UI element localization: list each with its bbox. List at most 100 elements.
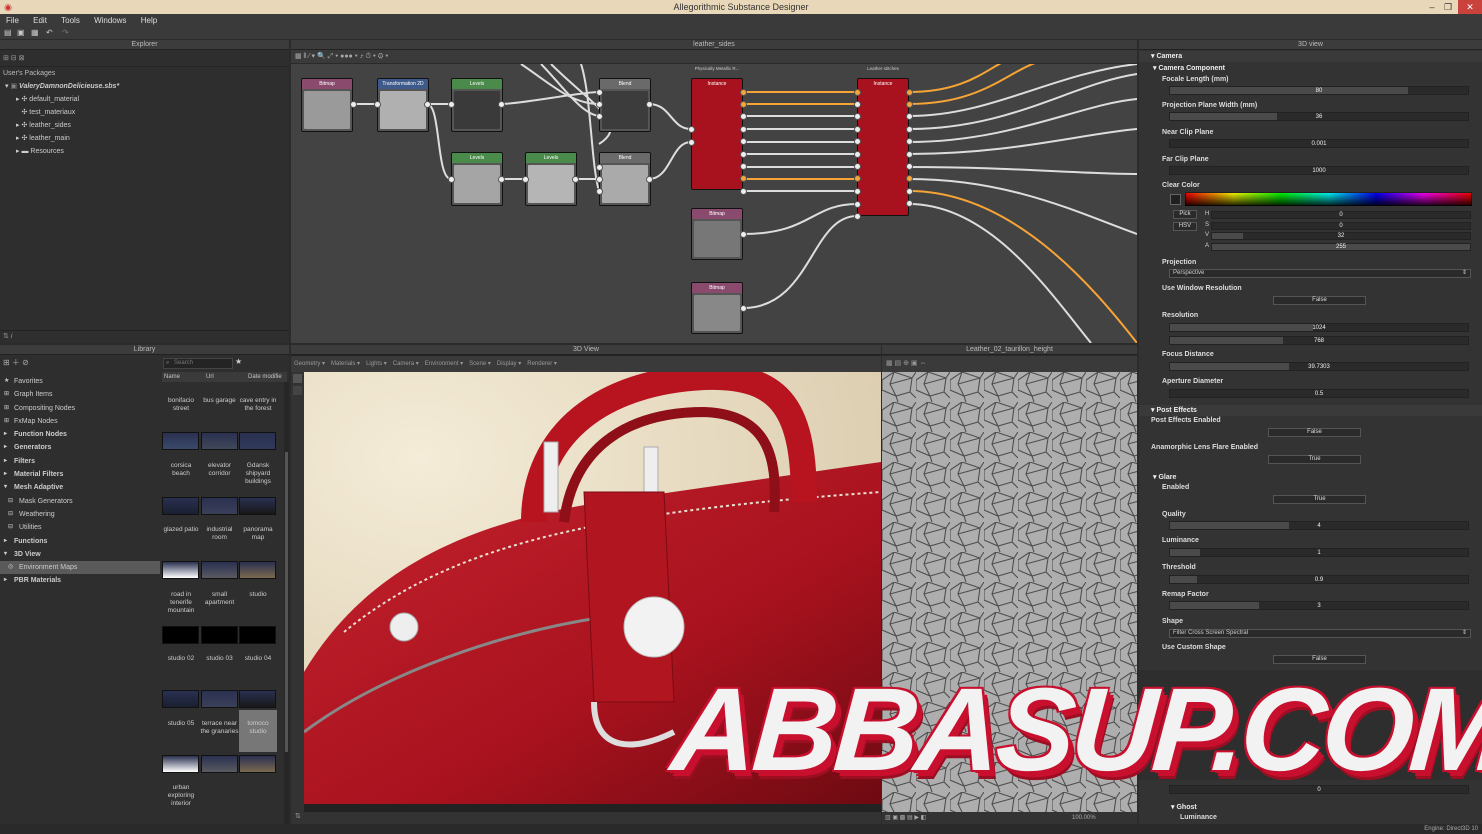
slider-focal-length[interactable]: 80 — [1169, 86, 1469, 95]
minimize-icon[interactable]: – — [1424, 0, 1440, 14]
node-port[interactable] — [853, 125, 861, 133]
env-map-thumbnail[interactable] — [162, 625, 199, 644]
env-map-thumbnail[interactable] — [162, 561, 199, 579]
graph-node-levels[interactable]: Levels — [451, 152, 503, 206]
env-map-thumbnail[interactable] — [200, 690, 238, 708]
column-name[interactable]: Name — [164, 372, 180, 382]
node-port[interactable] — [739, 162, 747, 170]
env-map-thumbnail[interactable] — [239, 754, 276, 773]
node-port[interactable] — [853, 212, 861, 220]
node-port[interactable] — [571, 175, 579, 183]
node-port[interactable] — [739, 125, 747, 133]
column-url[interactable]: Url — [206, 372, 214, 382]
node-port[interactable] — [739, 100, 747, 108]
slider-aperture[interactable]: 0.5 — [1169, 389, 1469, 398]
env-map-tile[interactable]: small apartment — [201, 591, 239, 631]
channel-slider-v[interactable]: 32 — [1211, 232, 1471, 240]
view3d-menu-environment[interactable]: Environment ▾ — [422, 361, 466, 367]
library-category-environment-maps[interactable]: ◎ Environment Maps — [0, 561, 160, 575]
node-port[interactable] — [853, 100, 861, 108]
node-port[interactable] — [905, 100, 913, 108]
node-port[interactable] — [595, 163, 603, 171]
menu-tools[interactable]: Tools — [55, 14, 86, 27]
graph-node-blend[interactable]: Blend — [599, 152, 651, 206]
library-tools-icon[interactable]: ⊞ ＋ ⊘ — [3, 357, 29, 368]
env-map-thumbnail[interactable] — [200, 754, 238, 773]
pick-button[interactable]: Pick — [1173, 210, 1197, 219]
menu-help[interactable]: Help — [135, 14, 163, 27]
view3d-menu-geometry[interactable]: Geometry ▾ — [291, 361, 328, 367]
node-port[interactable] — [853, 187, 861, 195]
node-port[interactable] — [905, 175, 913, 183]
section-post-effects[interactable]: ▾ Post Effects — [1139, 405, 1482, 416]
expand-arrow-icon[interactable]: ▸ — [4, 441, 7, 454]
package-item[interactable]: ▾ ▣ ValeryDamnonDelicieuse.sbs* — [0, 80, 289, 93]
expand-arrow-icon[interactable]: ▸ — [16, 135, 20, 142]
node-port[interactable] — [497, 100, 505, 108]
slider-quality[interactable]: 4 — [1169, 521, 1469, 530]
graph-node-levels[interactable]: Levels — [525, 152, 577, 206]
env-map-tile[interactable]: studio 02 — [162, 655, 200, 695]
node-port[interactable] — [423, 100, 431, 108]
library-category-fxmap-nodes[interactable]: ⊞ FxMap Nodes — [0, 415, 160, 428]
library-search-input[interactable]: ⌕ Search — [163, 358, 233, 369]
view3d-menu-camera[interactable]: Camera ▾ — [390, 361, 422, 367]
tree-item-leather-main[interactable]: ▸ ✣ leather_main — [0, 132, 289, 145]
env-map-thumbnail[interactable] — [162, 496, 199, 515]
env-map-tile[interactable]: elevator corridor — [201, 462, 239, 502]
hsv-button[interactable]: HSV — [1173, 222, 1197, 231]
graph-node-bitmap[interactable]: Bitmap — [691, 282, 743, 334]
env-map-tile[interactable]: studio — [239, 591, 277, 631]
undo-icon[interactable]: ↶ — [46, 28, 53, 37]
library-scrollbar[interactable] — [284, 382, 289, 824]
library-category-filters[interactable]: ▸ Filters — [0, 455, 160, 468]
node-port[interactable] — [853, 162, 861, 170]
tree-item-default-material[interactable]: ▸ ✣ default_material — [0, 93, 289, 106]
expand-arrow-icon[interactable]: ▾ — [4, 548, 7, 561]
node-port[interactable] — [905, 88, 913, 96]
graph-node-transformation-2d[interactable]: Transformation 2D — [377, 78, 429, 132]
post-effects-toggle[interactable]: False — [1268, 428, 1361, 437]
menu-file[interactable]: File — [0, 14, 25, 27]
open-icon[interactable]: ▣ — [17, 28, 25, 37]
env-map-thumbnail[interactable] — [162, 690, 199, 708]
tool-icon[interactable] — [293, 386, 302, 395]
expand-arrow-icon[interactable]: ▸ — [16, 96, 20, 103]
library-category-functions[interactable]: ▸ Functions — [0, 535, 160, 548]
tool-icon[interactable] — [293, 374, 302, 383]
library-category-mesh-adaptive[interactable]: ▾ Mesh Adaptive — [0, 481, 160, 494]
node-port[interactable] — [595, 187, 603, 195]
node-port[interactable] — [595, 100, 603, 108]
node-port[interactable] — [905, 125, 913, 133]
section-camera[interactable]: ▾ Camera — [1139, 51, 1482, 62]
node-port[interactable] — [739, 138, 747, 146]
graph-node-instance[interactable]: Instance — [857, 78, 909, 216]
favorite-star-icon[interactable]: ★ — [235, 357, 242, 366]
env-map-tile[interactable]: road in tenerife mountain — [162, 591, 200, 631]
env-map-thumbnail[interactable] — [200, 496, 238, 515]
env-map-thumbnail[interactable] — [162, 432, 199, 450]
env-map-tile[interactable]: studio 03 — [201, 655, 239, 695]
view3d-menu-scene[interactable]: Scene ▾ — [466, 361, 494, 367]
env-map-tile[interactable]: bus garage — [201, 397, 239, 437]
slider-focus-distance[interactable]: 39.7303 — [1169, 362, 1469, 371]
glare-enabled-toggle[interactable]: True — [1273, 495, 1366, 504]
slider-luminance[interactable]: 1 — [1169, 548, 1469, 557]
expand-arrow-icon[interactable]: ▸ — [16, 122, 20, 129]
node-port[interactable] — [905, 162, 913, 170]
node-port[interactable] — [905, 113, 913, 121]
graph-node-blend[interactable]: Blend — [599, 78, 651, 132]
node-port[interactable] — [373, 100, 381, 108]
view3d-menu-display[interactable]: Display ▾ — [494, 361, 524, 367]
node-port[interactable] — [595, 175, 603, 183]
env-map-tile[interactable]: terrace near the granaries — [201, 720, 239, 760]
expand-arrow-icon[interactable]: ▸ — [4, 535, 7, 548]
expand-arrow-icon[interactable]: ▸ — [4, 574, 7, 587]
node-port[interactable] — [905, 187, 913, 195]
tree-item-resources[interactable]: ▸ ▬ Resources — [0, 145, 289, 158]
library-category-generators[interactable]: ▸ Generators — [0, 441, 160, 454]
library-category-weathering[interactable]: ⊟ Weathering — [0, 508, 160, 521]
graph-node-levels[interactable]: Levels — [451, 78, 503, 132]
projection-select[interactable]: Perspective ⇕ — [1169, 269, 1471, 278]
slider-near-clip[interactable]: 0.001 — [1169, 139, 1469, 148]
